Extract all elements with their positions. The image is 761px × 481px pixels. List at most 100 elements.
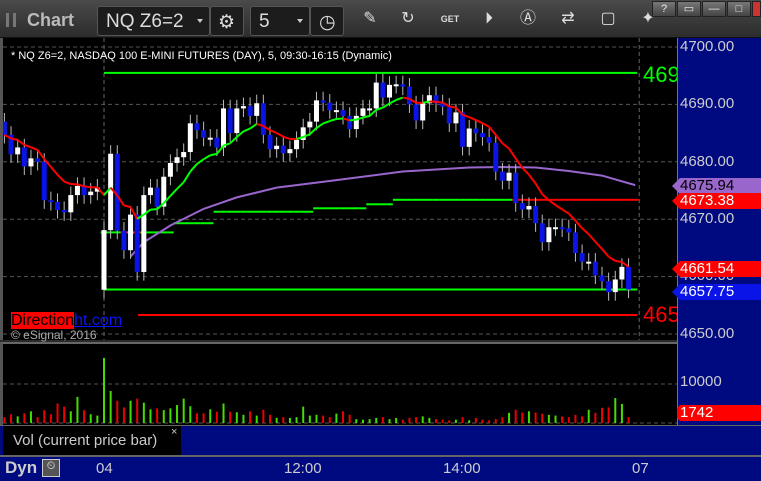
candle-body <box>280 145 286 154</box>
moving-average-segment <box>435 100 443 104</box>
time-button[interactable]: ◷ <box>310 6 344 36</box>
price-chart[interactable]: * NQ Z6=2, NASDAQ 100 E-MINI FUTURES (DA… <box>0 38 677 342</box>
volume-legend[interactable]: Vol (current price bar) <box>3 426 181 456</box>
candle-body <box>592 261 598 276</box>
candle-body <box>553 227 559 230</box>
candle-body <box>486 137 492 143</box>
moving-average-segment <box>395 96 404 101</box>
moving-average-segment <box>309 127 318 135</box>
settings-button[interactable]: ⚙ <box>210 6 244 36</box>
candle-body <box>61 210 67 213</box>
candle-body <box>74 185 80 196</box>
candle-body <box>15 147 21 155</box>
candle-body <box>493 142 499 172</box>
restore-button[interactable]: ▭ <box>677 1 701 17</box>
candle-body <box>55 201 61 211</box>
symbol-value: NQ Z6=2 <box>106 11 184 32</box>
candle-body <box>612 279 618 293</box>
moving-average-segment <box>176 181 185 190</box>
moving-average-segment <box>615 259 623 263</box>
settings-icon: ⚙ <box>218 12 236 33</box>
vwap-line <box>129 165 636 258</box>
moving-average-segment <box>368 109 377 117</box>
candle-body <box>254 103 260 116</box>
candle-body <box>307 121 313 128</box>
moving-average-segment <box>501 142 510 150</box>
price-tick: 4700.00 <box>680 38 735 55</box>
volume-plot <box>3 357 677 424</box>
moving-average-segment <box>561 208 570 215</box>
clock-icon: ◷ <box>319 12 336 33</box>
candle-body <box>387 84 393 98</box>
moving-average-segment <box>50 166 59 176</box>
candle-body <box>373 82 379 109</box>
moving-average-segment <box>243 127 251 133</box>
moving-average-segment <box>123 204 131 209</box>
play-icon[interactable]: ⏵ <box>479 9 499 29</box>
candle-body <box>406 86 412 105</box>
candle-body <box>546 227 552 243</box>
moving-average-segment <box>581 227 590 236</box>
indicator-legend-bar: Vol (current price bar) × <box>0 425 761 456</box>
close-icon[interactable]: × <box>171 426 177 438</box>
last-price-badge: 4657.75 <box>672 284 761 300</box>
candle-body <box>400 84 406 87</box>
get-icon[interactable]: GET <box>440 9 460 29</box>
minimize-button[interactable]: — <box>702 1 726 17</box>
moving-average-segment <box>608 255 616 262</box>
comment-icon[interactable]: ▢ <box>598 9 618 29</box>
candle-body <box>579 253 585 262</box>
link-icon[interactable]: ⇄ <box>558 9 578 29</box>
candle-body <box>466 128 472 147</box>
candle-body <box>420 103 426 121</box>
moving-average-segment <box>83 185 91 189</box>
candle-body <box>626 266 632 290</box>
candle-body <box>340 110 346 116</box>
candle-body <box>101 230 107 290</box>
moving-average-segment <box>528 174 537 185</box>
lock-clock-icon[interactable]: ⏲ <box>42 459 60 477</box>
brand-part2: ht.com <box>74 312 123 329</box>
maximize-button[interactable]: □ <box>727 1 751 17</box>
candle-body <box>353 115 359 130</box>
symbol-dropdown[interactable]: NQ Z6=2 <box>97 6 210 36</box>
candle-body <box>333 110 339 113</box>
candle-body <box>513 172 519 204</box>
candle-body <box>460 112 466 147</box>
title-bar: Chart NQ Z6=2 ⚙ 5 ◷ ✎ ↻ GET ⏵ Ⓐ ⇄ ▢ ✦ ? … <box>0 0 761 38</box>
price-axis[interactable]: 4700.00 4690.00 4680.00 4670.00 4660.00 … <box>672 38 761 425</box>
moving-average-segment <box>182 170 192 183</box>
time-axis[interactable]: Dyn ⏲ 04 12:00 14:00 07 <box>0 455 761 481</box>
drag-handle[interactable] <box>6 13 16 27</box>
moving-average-segment <box>508 148 517 160</box>
pencil-icon[interactable]: ✎ <box>360 9 380 29</box>
candle-body <box>453 112 459 124</box>
help-button[interactable]: ? <box>652 1 676 17</box>
volume-badge: 1742 <box>672 405 761 421</box>
time-mode[interactable]: Dyn <box>5 458 37 478</box>
moving-average-segment <box>574 220 583 229</box>
brand-part1: Direction <box>11 312 75 329</box>
level-badge: 4673.38 <box>672 193 761 209</box>
chart-description: * NQ Z6=2, NASDAQ 100 E-MINI FUTURES (DA… <box>11 50 392 62</box>
moving-average-segment <box>150 208 158 211</box>
candle-body <box>566 228 572 233</box>
price-tick: 4690.00 <box>680 95 735 112</box>
moving-average-segment <box>329 118 337 122</box>
candle-body <box>539 223 545 243</box>
candle-body <box>48 200 54 203</box>
candle-body <box>108 153 114 231</box>
refresh-chart-icon[interactable]: ↻ <box>398 9 418 29</box>
interval-dropdown[interactable]: 5 <box>250 6 310 36</box>
candle-body <box>167 162 173 177</box>
candle-body <box>473 128 479 134</box>
moving-average-segment <box>229 136 238 145</box>
moving-average-segment <box>269 129 278 134</box>
candle-body <box>128 214 134 251</box>
volume-pane[interactable] <box>0 342 677 425</box>
ma-badge: 4661.54 <box>672 261 761 277</box>
close-button[interactable] <box>752 1 761 17</box>
moving-average-segment <box>322 120 331 125</box>
alert-icon[interactable]: Ⓐ <box>518 9 538 29</box>
candle-body <box>393 84 399 87</box>
